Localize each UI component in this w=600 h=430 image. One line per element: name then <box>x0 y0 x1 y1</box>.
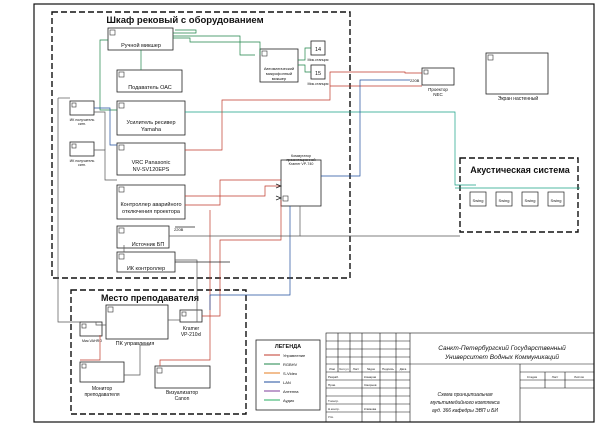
svg-text:Ручной микшер: Ручной микшер <box>121 42 161 49</box>
svg-text:15: 15 <box>315 71 321 77</box>
svg-text:Антенна: Антенна <box>283 389 299 394</box>
svg-text:№док: №док <box>367 367 376 371</box>
svg-text:Усилитель ресивер: Усилитель ресивер <box>126 120 175 126</box>
svg-text:Экран настенный: Экран настенный <box>498 95 539 102</box>
svg-text:Университет Водных Коммуникаци: Университет Водных Коммуникаций <box>444 353 559 361</box>
svg-text:сигн.: сигн. <box>78 122 86 126</box>
svg-text:ЛЕГЕНДА: ЛЕГЕНДА <box>275 344 301 350</box>
svg-text:Подпись: Подпись <box>382 367 394 371</box>
projector-nec: Проектор NEC <box>421 67 455 97</box>
visualizer-canon: Визуализатор Canon <box>154 365 211 402</box>
svg-text:Смирнов: Смирнов <box>364 383 377 387</box>
auto-mic-mixer: Автоматический микрофонный микшер <box>259 48 299 83</box>
svg-text:Санкт-Петербургский Государств: Санкт-Петербургский Государственный <box>438 344 566 352</box>
ir-receiver-2: ИК получатель сигн. <box>69 141 94 167</box>
svg-text:Дата: Дата <box>400 367 407 371</box>
svg-text:микшер: микшер <box>272 76 287 81</box>
svg-text:Изм: Изм <box>329 367 335 371</box>
svg-text:Мик.VAHRO: Мик.VAHRO <box>82 339 102 343</box>
acoustic-title: Акустическая система <box>470 165 570 175</box>
svg-text:14: 14 <box>315 47 321 53</box>
svg-text:Мик.станция: Мик.станция <box>308 58 329 62</box>
speaker-4: Swing <box>547 191 565 207</box>
svg-text:NV-SV120EPS: NV-SV120EPS <box>133 167 170 173</box>
svg-text:Yamaha: Yamaha <box>141 127 162 133</box>
control-pc: ПК управления <box>105 304 169 347</box>
legend: ЛЕГЕНДА Управление RGBHV S-Video LAN Ант… <box>255 339 321 411</box>
svg-text:NEC: NEC <box>433 92 443 97</box>
svg-text:Аудио: Аудио <box>283 398 295 403</box>
presentation-switcher: Коммутатор презентационной Kramer VP-740 <box>280 154 322 207</box>
svg-text:Комаров: Комаров <box>364 375 376 379</box>
svg-text:Источник БП: Источник БП <box>132 242 165 248</box>
svg-text:Контроллер аварийного: Контроллер аварийного <box>120 201 181 208</box>
svg-text:преподавателя: преподавателя <box>84 392 119 398</box>
svg-text:Пров.: Пров. <box>328 383 336 387</box>
svg-text:Т.контр.: Т.контр. <box>328 399 339 403</box>
svg-text:Стадия: Стадия <box>527 375 538 379</box>
svg-text:RGBHV: RGBHV <box>283 362 298 367</box>
svg-text:LAN: LAN <box>283 380 291 385</box>
svg-text:Canon: Canon <box>175 396 190 402</box>
svg-text:ПК управления: ПК управления <box>116 341 155 347</box>
svg-text:Н.контр.: Н.контр. <box>328 407 340 411</box>
svg-text:мультимедийного комплекса: мультимедийного комплекса <box>430 399 500 406</box>
svg-text:Подаватель ОАС: Подаватель ОАС <box>128 85 172 91</box>
svg-text:S-Video: S-Video <box>283 371 298 376</box>
mic-station-14: 14 Мик.станция <box>308 40 329 62</box>
svg-text:VRC Panasonic: VRC Panasonic <box>132 160 171 166</box>
svg-text:ИК контроллер: ИК контроллер <box>127 266 165 272</box>
svg-text:Управление: Управление <box>283 353 306 358</box>
svg-text:Swing: Swing <box>525 198 536 203</box>
label-220v-power: 220В <box>174 227 184 232</box>
speaker-2: Swing <box>495 191 513 207</box>
svg-text:Утв.: Утв. <box>328 415 334 419</box>
wall-screen: Экран настенный <box>485 52 549 102</box>
feeder-oac: Подаватель ОАС <box>116 69 183 93</box>
svg-text:Листов: Листов <box>574 375 584 379</box>
emergency-controller: Контроллер аварийного отключения проекто… <box>116 184 186 220</box>
ir-controller: ИК контроллер <box>116 251 176 273</box>
rack-title: Шкаф рековый с оборудованием <box>106 15 263 26</box>
svg-text:Схема принципиальная: Схема принципиальная <box>438 392 493 398</box>
svg-text:отключения проектора: отключения проектора <box>122 209 181 215</box>
svg-text:Лист: Лист <box>353 367 360 371</box>
svg-text:Swing: Swing <box>551 198 562 203</box>
svg-text:Мик.станция: Мик.станция <box>308 82 329 86</box>
teacher-monitor: Монитор преподавателя <box>79 361 125 398</box>
svg-text:Лист: Лист <box>552 375 559 379</box>
teacher-title: Место преподавателя <box>101 293 199 303</box>
svg-text:сигн.: сигн. <box>78 163 86 167</box>
svg-text:Разраб.: Разраб. <box>328 375 339 379</box>
power-source: Источник БП <box>116 225 170 249</box>
label-220v-projector: 220В <box>410 78 420 83</box>
svg-text:VP-210xl: VP-210xl <box>181 332 201 338</box>
speaker-3: Swing <box>521 191 539 207</box>
ir-receiver-1: ИК получатель сигн. <box>69 100 94 126</box>
schematic: Шкаф рековый с оборудованием Ручной микш… <box>0 0 600 425</box>
manual-mixer: Ручной микшер <box>107 27 174 51</box>
svg-text:Swing: Swing <box>499 198 510 203</box>
svg-text:Kramer VP-740: Kramer VP-740 <box>289 162 314 166</box>
vrc-panasonic: VRC Panasonic NV-SV120EPS <box>116 142 186 176</box>
svg-text:Климова: Климова <box>364 407 376 411</box>
mic-station-15: 15 Мик.станция <box>308 64 329 86</box>
amplifier-yamaha: Усилитель ресивер Yamaha <box>116 100 186 136</box>
title-block: Санкт-Петербургский Государственный Унив… <box>325 332 595 423</box>
kramer-vp210: Kramer VP-210xl <box>179 309 203 338</box>
svg-text:Кол.уч: Кол.уч <box>340 367 349 371</box>
svg-text:ауд. 366 кафедры ЭВП и БИ: ауд. 366 кафедры ЭВП и БИ <box>432 408 498 414</box>
speaker-1: Swing <box>469 191 487 207</box>
svg-text:Swing: Swing <box>473 198 484 203</box>
